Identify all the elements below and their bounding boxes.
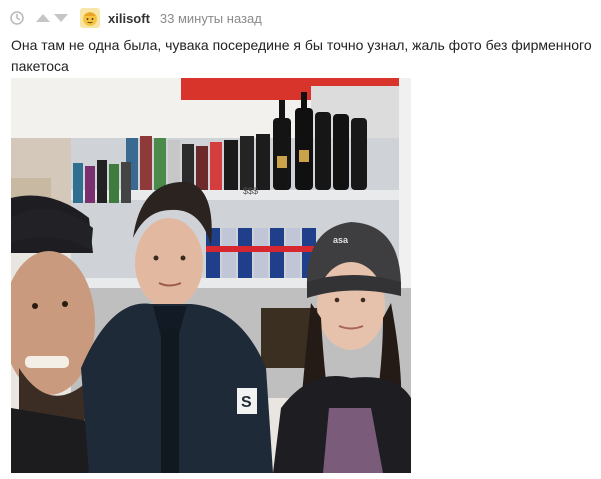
avatar-icon[interactable]	[80, 8, 100, 28]
comment-time[interactable]: 33 минуты назад	[160, 11, 262, 26]
comment-text: Она там не одна была, чувака посередине …	[11, 37, 592, 74]
comment-photo[interactable]: $$$ S asa	[11, 78, 411, 473]
svg-text:S: S	[241, 394, 252, 411]
shelf-price-tag: $$$	[243, 186, 258, 196]
clock-icon[interactable]	[10, 11, 24, 25]
arrow-up-icon[interactable]	[36, 14, 50, 22]
comment-username[interactable]: xilisoft	[108, 11, 150, 26]
comment-header: xilisoft 33 минуты назад	[10, 8, 262, 28]
arrow-down-icon[interactable]	[54, 14, 68, 22]
beanie-logo: asa	[333, 235, 349, 245]
